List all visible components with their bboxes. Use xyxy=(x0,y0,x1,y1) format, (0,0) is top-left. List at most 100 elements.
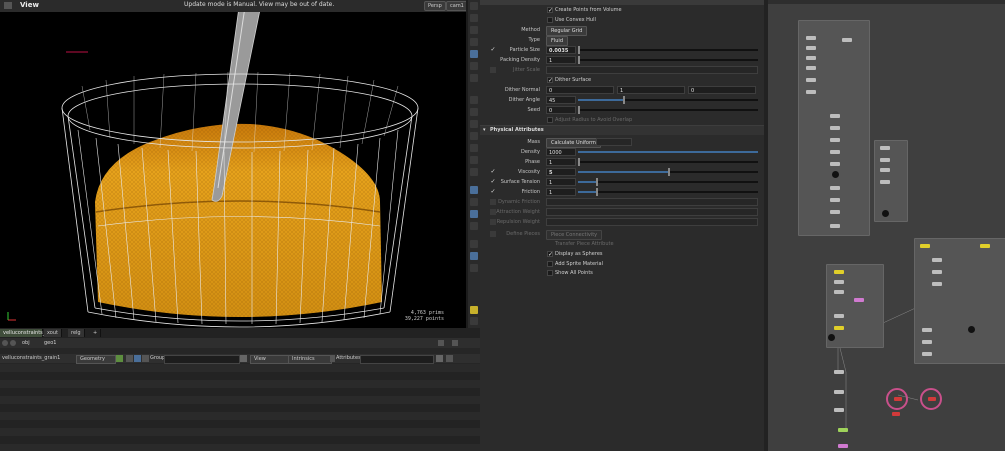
attribute-filter-icon[interactable] xyxy=(436,355,443,362)
ghost-icon[interactable] xyxy=(470,14,478,22)
net-node[interactable] xyxy=(830,186,840,190)
group-field[interactable] xyxy=(164,355,240,364)
net-node[interactable] xyxy=(830,224,840,228)
net-node[interactable] xyxy=(922,352,932,356)
stereo-icon[interactable] xyxy=(470,222,478,230)
surface-tension-field[interactable]: 1 xyxy=(546,178,576,186)
jitter-scale-field[interactable] xyxy=(546,66,758,74)
net-node[interactable] xyxy=(806,56,816,60)
particle-size-slider[interactable] xyxy=(578,46,758,54)
prims-mode-icon[interactable] xyxy=(134,355,141,362)
seed-field[interactable]: 0 xyxy=(546,106,576,114)
net-node[interactable] xyxy=(834,326,844,330)
network-box-3[interactable] xyxy=(914,238,1005,364)
net-node[interactable] xyxy=(880,158,890,162)
spreadsheet-options-icon[interactable] xyxy=(446,355,453,362)
packing-density-slider[interactable] xyxy=(578,56,758,64)
flipbook-icon[interactable] xyxy=(470,198,478,206)
tab-xout[interactable]: xout xyxy=(44,329,62,337)
method-dropdown[interactable]: Regular Grid xyxy=(546,26,588,36)
add-sprite-checkbox[interactable] xyxy=(547,261,553,267)
net-node[interactable] xyxy=(806,90,816,94)
single-layout-icon[interactable] xyxy=(470,317,478,325)
net-node[interactable] xyxy=(834,370,844,374)
viscosity-field[interactable]: 5 xyxy=(546,168,576,176)
path-obj[interactable]: obj xyxy=(22,340,30,346)
use-convex-hull-checkbox[interactable] xyxy=(547,17,553,23)
net-node[interactable] xyxy=(830,150,840,154)
snap-icon[interactable] xyxy=(470,26,478,34)
xray-icon[interactable] xyxy=(470,74,478,82)
define-pieces-toggle[interactable] xyxy=(490,231,496,237)
geometry-dropdown[interactable]: Geometry xyxy=(76,355,116,364)
adjust-radius-checkbox[interactable] xyxy=(547,117,553,123)
jitter-scale-toggle[interactable] xyxy=(490,67,496,73)
handles-icon[interactable] xyxy=(470,156,478,164)
net-node[interactable] xyxy=(894,397,902,401)
merge-node[interactable] xyxy=(828,334,835,341)
net-node[interactable] xyxy=(928,397,936,401)
surface-tension-slider[interactable] xyxy=(578,178,758,186)
dither-angle-field[interactable]: 45 xyxy=(546,96,576,104)
net-node[interactable] xyxy=(880,146,890,150)
net-node[interactable] xyxy=(834,270,844,274)
net-node[interactable] xyxy=(830,126,840,130)
net-node[interactable] xyxy=(834,280,844,284)
visualizer-icon[interactable] xyxy=(470,168,478,176)
dither-surface-checkbox[interactable]: ✓ xyxy=(547,77,553,84)
sync-icon[interactable] xyxy=(470,210,478,218)
net-node[interactable] xyxy=(830,210,840,214)
back-icon[interactable] xyxy=(2,340,8,346)
network-editor[interactable] xyxy=(768,0,1005,451)
net-node[interactable] xyxy=(920,244,930,248)
wire-icon[interactable] xyxy=(470,50,478,58)
net-node[interactable] xyxy=(932,282,942,286)
dynamic-friction-field[interactable] xyxy=(546,198,758,206)
camera-icon[interactable] xyxy=(470,132,478,140)
forward-icon[interactable] xyxy=(10,340,16,346)
density-field[interactable]: 1000 xyxy=(546,148,576,156)
intrinsics-dropdown[interactable]: Intrinsics xyxy=(288,355,332,364)
net-node[interactable] xyxy=(834,314,844,318)
net-node[interactable] xyxy=(830,198,840,202)
grid-icon[interactable] xyxy=(470,38,478,46)
dither-normal-z[interactable]: 0 xyxy=(688,86,756,94)
repulsion-weight-toggle[interactable] xyxy=(490,219,496,225)
attraction-weight-toggle[interactable] xyxy=(490,209,496,215)
viscosity-toggle[interactable]: ✓ xyxy=(490,169,496,175)
net-node[interactable] xyxy=(806,78,816,82)
tab-velluconstraints[interactable]: velluconstraints_... xyxy=(0,329,50,337)
attraction-weight-field[interactable] xyxy=(546,208,758,216)
friction-toggle[interactable]: ✓ xyxy=(490,189,496,195)
net-node[interactable] xyxy=(922,340,932,344)
create-points-checkbox[interactable]: ✓ xyxy=(547,7,553,14)
net-node[interactable] xyxy=(932,258,942,262)
path-geo[interactable]: geo1 xyxy=(44,340,57,346)
pin-icon[interactable] xyxy=(438,340,444,346)
detail-mode-icon[interactable] xyxy=(142,355,149,362)
camera-persp-dropdown[interactable]: Persp xyxy=(424,1,446,11)
view-dropdown[interactable]: View xyxy=(250,355,290,364)
net-node[interactable] xyxy=(806,36,816,40)
merge-node[interactable] xyxy=(968,326,975,333)
scene-viewport[interactable]: View Update mode is Manual. View may be … xyxy=(0,0,466,328)
net-node[interactable] xyxy=(922,328,932,332)
normals-icon[interactable] xyxy=(470,108,478,116)
net-node[interactable] xyxy=(834,290,844,294)
lights-icon[interactable] xyxy=(470,120,478,128)
add-tab-button[interactable]: + xyxy=(90,329,102,337)
dither-normal-y[interactable]: 1 xyxy=(617,86,685,94)
dither-normal-x[interactable]: 0 xyxy=(546,86,614,94)
dither-angle-slider[interactable] xyxy=(578,96,758,104)
surface-tension-toggle[interactable]: ✓ xyxy=(490,179,496,185)
net-node[interactable] xyxy=(830,138,840,142)
points-mode-icon[interactable] xyxy=(116,355,123,362)
phase-slider[interactable] xyxy=(578,158,758,166)
friction-slider[interactable] xyxy=(578,188,758,196)
repulsion-weight-field[interactable] xyxy=(546,218,758,226)
vertices-mode-icon[interactable] xyxy=(126,355,133,362)
net-node[interactable] xyxy=(838,428,848,432)
net-node[interactable] xyxy=(838,444,848,448)
merge-node[interactable] xyxy=(882,210,889,217)
particle-size-field[interactable]: 0.0035 xyxy=(546,46,576,54)
